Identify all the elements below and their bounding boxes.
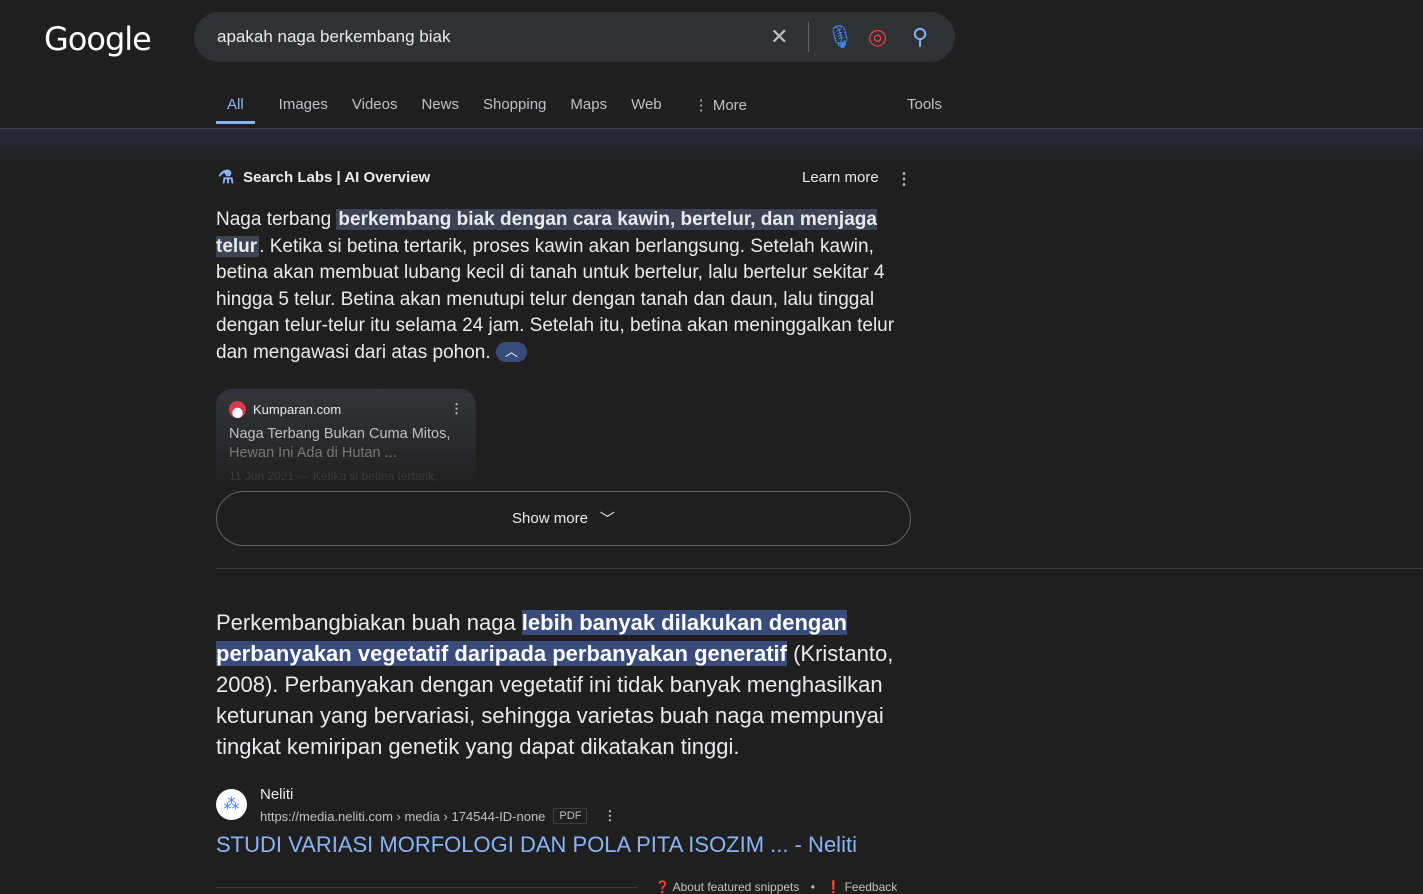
more-dots-icon: ⋮ xyxy=(693,97,713,114)
chevron-down-icon: ﹀ xyxy=(599,511,615,528)
search-input[interactable] xyxy=(217,27,747,47)
google-logo[interactable]: Google xyxy=(44,20,152,58)
ai-options-icon[interactable]: ⋮ xyxy=(896,169,912,189)
clear-icon[interactable]: ✕ xyxy=(770,24,788,50)
feedback-link[interactable]: Feedback xyxy=(845,880,898,894)
tab-maps[interactable]: Maps xyxy=(570,96,607,124)
tab-web[interactable]: Web xyxy=(631,96,662,124)
tab-all[interactable]: All xyxy=(216,96,255,124)
source-url[interactable]: https://media.neliti.com › media › 17454… xyxy=(260,809,545,824)
tab-news[interactable]: News xyxy=(421,96,459,124)
footer-divider xyxy=(216,887,638,888)
featured-snippet-text: Perkembangbiakan buah naga lebih banyak … xyxy=(216,607,906,762)
learn-more-link[interactable]: Learn more xyxy=(802,169,879,186)
source-card-kumparan[interactable]: Kumparan.com Naga Terbang Bukan Cuma Mit… xyxy=(216,389,476,489)
ai-text-pre: Naga terbang xyxy=(216,209,337,230)
tab-more-label: More xyxy=(712,97,748,114)
feedback-icon: ❗ xyxy=(826,880,842,894)
source-title-line2: Hewan Ini Ada di Hutan ... xyxy=(229,445,397,461)
collapse-chevron-up-icon[interactable]: ︿ xyxy=(495,342,527,363)
help-icon: ❓ xyxy=(655,880,670,894)
ai-text-post: . Ketika si betina tertarik, proses kawi… xyxy=(216,235,895,363)
footer-dot: • xyxy=(810,880,815,894)
ai-overview-title: Search Labs | AI Overview xyxy=(243,169,431,186)
pdf-badge: PDF xyxy=(553,808,588,824)
divider xyxy=(808,22,809,52)
ai-overview-text: Naga terbang berkembang biak dengan cara… xyxy=(216,207,916,366)
snippet-footer: ❓ About featured snippets • ❗ Feedback xyxy=(655,880,897,894)
source-title-line1: Naga Terbang Bukan Cuma Mitos, xyxy=(229,426,451,442)
tab-images[interactable]: Images xyxy=(279,96,328,124)
header-glow xyxy=(0,129,1423,169)
section-divider xyxy=(216,568,1423,569)
tab-more[interactable]: ⋮ More xyxy=(694,96,747,124)
search-box[interactable]: ✕ 🎙 ◎ ⚲ xyxy=(194,12,955,62)
tab-videos[interactable]: Videos xyxy=(352,96,398,124)
microphone-icon[interactable]: 🎙 xyxy=(826,24,854,50)
source-url-row: https://media.neliti.com › media › 17454… xyxy=(260,808,616,824)
source-date: 11 Jun 2021 — Ketika si betina tertarik, xyxy=(229,469,438,483)
card-options-icon[interactable]: ⋮ xyxy=(450,401,463,417)
ai-overview-header: ⚗ Search Labs | AI Overview xyxy=(218,167,430,188)
tools-button[interactable]: Tools xyxy=(907,96,942,113)
result-options-icon[interactable]: ⋮ xyxy=(603,808,616,824)
kumparan-favicon xyxy=(229,401,246,418)
search-icon[interactable]: ⚲ xyxy=(912,24,928,50)
snippet-pre: Perkembangbiakan buah naga xyxy=(216,610,522,635)
tab-shopping[interactable]: Shopping xyxy=(483,96,546,124)
labs-flask-icon: ⚗ xyxy=(218,167,235,187)
search-tabs: All Images Videos News Shopping Maps Web… xyxy=(216,96,771,124)
lens-icon[interactable]: ◎ xyxy=(868,24,887,50)
show-more-label: Show more xyxy=(512,510,588,527)
show-more-button[interactable]: Show more ﹀ xyxy=(216,491,911,546)
source-name[interactable]: Neliti xyxy=(260,786,293,803)
source-site: Kumparan.com xyxy=(253,402,342,417)
result-title-link[interactable]: STUDI VARIASI MORFOLOGI DAN POLA PITA IS… xyxy=(216,832,857,858)
neliti-favicon: ⁂ xyxy=(216,789,247,820)
about-featured-snippets-link[interactable]: About featured snippets xyxy=(673,880,800,894)
